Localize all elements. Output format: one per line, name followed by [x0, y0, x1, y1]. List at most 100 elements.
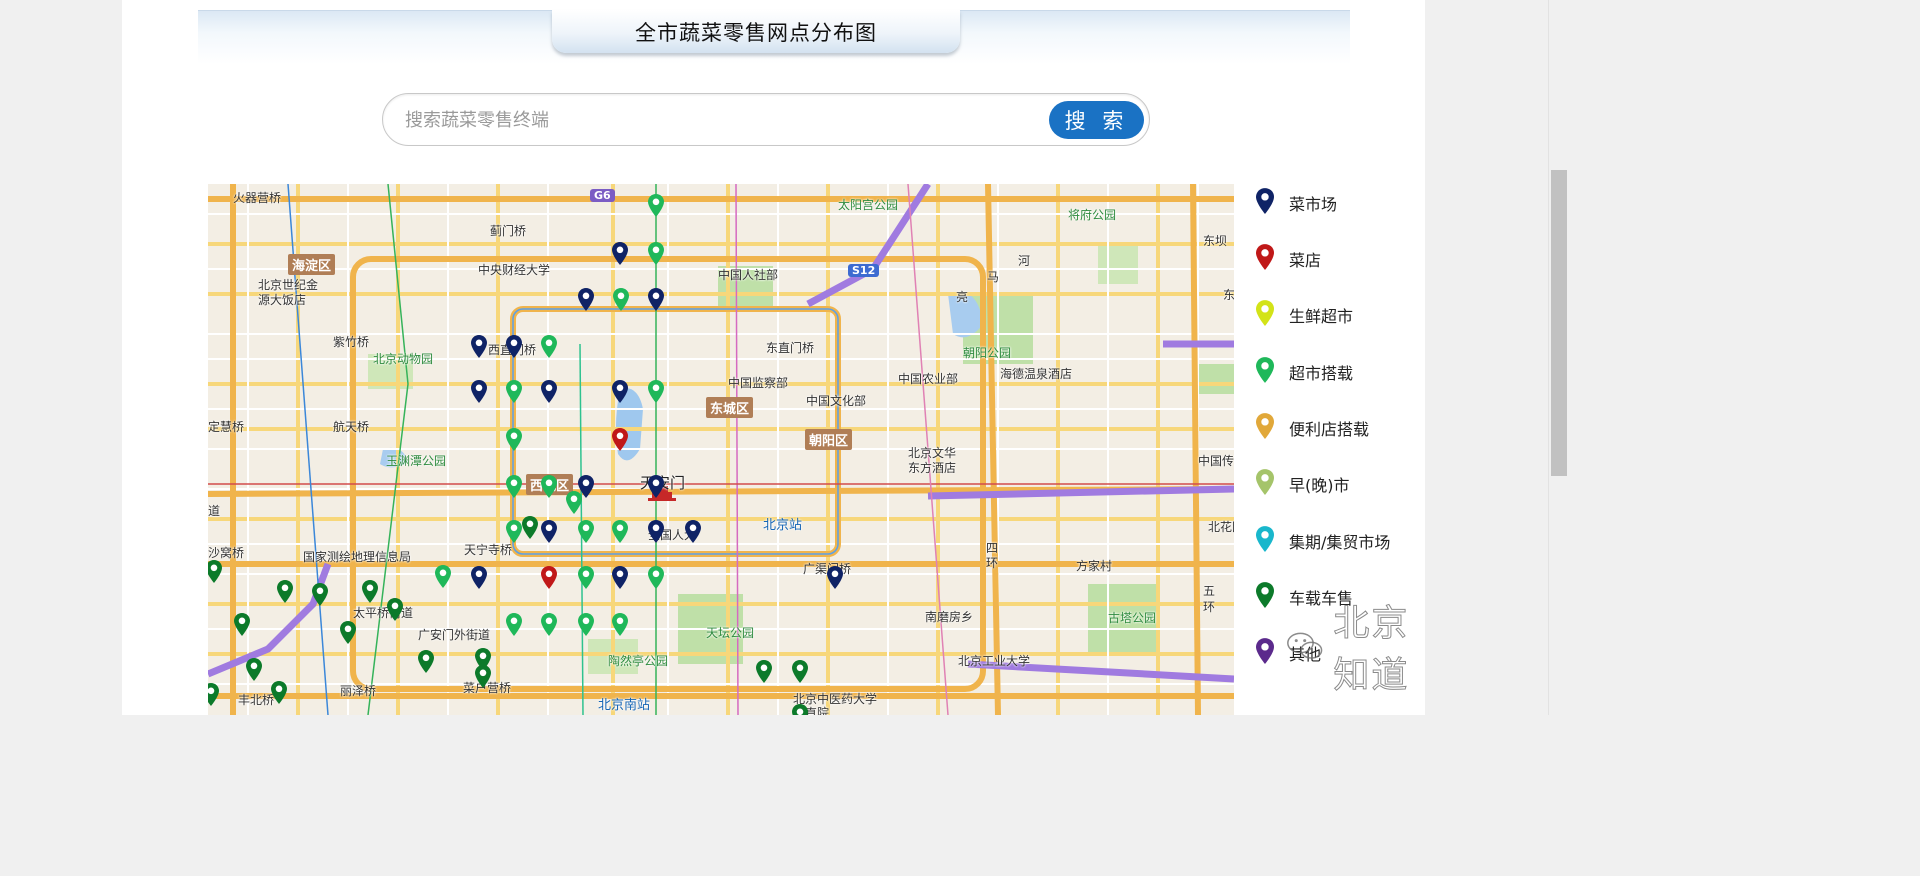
map-place-label: 国家测绘地理信息局	[303, 550, 412, 564]
map-marker-pin[interactable]	[312, 583, 328, 606]
map-marker-pin[interactable]	[756, 660, 772, 683]
map-marker-pin[interactable]	[612, 242, 628, 265]
legend-item[interactable]: 超市搭载	[1256, 357, 1416, 387]
scrollbar-thumb[interactable]	[1551, 170, 1567, 476]
legend-item[interactable]: 菜店	[1256, 244, 1416, 274]
map-marker-pin[interactable]	[648, 380, 664, 403]
map-place-label: 天坛公园	[706, 626, 755, 640]
map-place-label: 方家村	[1076, 559, 1113, 573]
map-marker-pin[interactable]	[648, 520, 664, 543]
legend-item[interactable]: 生鲜超市	[1256, 300, 1416, 330]
scrollbar[interactable]	[1548, 0, 1569, 715]
map-place-label: 将府公园	[1068, 208, 1117, 222]
map-place-label: 玉渊潭公园	[386, 454, 447, 468]
map-marker-pin[interactable]	[435, 565, 451, 588]
map-marker-pin[interactable]	[246, 658, 262, 681]
map-place-label: 紫竹桥	[333, 335, 370, 349]
map-marker-pin[interactable]	[612, 428, 628, 451]
map-marker-pin[interactable]	[578, 520, 594, 543]
map-view[interactable]: 火器营桥 蓟门桥 中央财经大学 太阳宫公园 将府公园 海淀区 北京世纪金 源大饭店 中国人社部紫…	[208, 184, 1234, 715]
map-place-label: 亮	[956, 290, 969, 304]
map-marker-pin[interactable]	[541, 380, 557, 403]
legend-label: 超市搭载	[1289, 364, 1354, 383]
wechat-watermark: 北京知道	[1286, 603, 1425, 697]
legend-item[interactable]: 集期/集贸市场	[1256, 526, 1416, 556]
map-marker-pin[interactable]	[506, 475, 522, 498]
map-marker-pin[interactable]	[271, 681, 287, 704]
map-place-label: 太阳宫公园	[838, 198, 899, 212]
map-marker-pin[interactable]	[541, 613, 557, 636]
legend-label: 生鲜超市	[1289, 307, 1354, 326]
map-place-label: 太平桥街道	[353, 606, 414, 620]
map-marker-pin[interactable]	[522, 516, 538, 539]
map-place-label: 中国监察部	[728, 376, 789, 390]
search-box: 搜 索	[382, 93, 1150, 146]
page-title: 全市蔬菜零售网点分布图	[552, 10, 960, 53]
legend-item[interactable]: 菜市场	[1256, 188, 1416, 218]
map-place-label: 航天桥	[333, 420, 370, 434]
map-marker-pin[interactable]	[578, 566, 594, 589]
map-place-label: 朝阳公园	[963, 346, 1012, 360]
map-marker-pin[interactable]	[506, 613, 522, 636]
map-marker-pin[interactable]	[541, 475, 557, 498]
map-marker-pin[interactable]	[792, 704, 808, 715]
map-marker-pin[interactable]	[506, 520, 522, 543]
title-banner: 全市蔬菜零售网点分布图	[198, 10, 1350, 64]
map-marker-pin[interactable]	[506, 335, 522, 358]
map-marker-pin[interactable]	[648, 566, 664, 589]
map-place-label: 北京动物园	[373, 352, 434, 366]
map-marker-pin[interactable]	[612, 566, 628, 589]
map-marker-pin[interactable]	[612, 613, 628, 636]
map-marker-pin[interactable]	[541, 335, 557, 358]
map-place-label: 天宁寺桥	[464, 543, 513, 557]
map-marker-pin[interactable]	[208, 683, 219, 706]
map-place-label: 丰北桥	[238, 693, 275, 707]
map-place-label: 海德温泉酒店	[1000, 367, 1073, 381]
map-marker-pin[interactable]	[506, 380, 522, 403]
map-pin-icon	[1256, 638, 1289, 668]
search-button[interactable]: 搜 索	[1049, 101, 1144, 139]
map-marker-pin[interactable]	[685, 520, 701, 543]
legend-label: 菜店	[1289, 251, 1322, 270]
map-marker-pin[interactable]	[578, 613, 594, 636]
map-marker-pin[interactable]	[387, 598, 403, 621]
map-marker-pin[interactable]	[648, 194, 664, 217]
map-marker-pin[interactable]	[471, 335, 487, 358]
map-marker-pin[interactable]	[578, 288, 594, 311]
map-marker-pin[interactable]	[541, 566, 557, 589]
map-marker-pin[interactable]	[234, 613, 250, 636]
map-marker-pin[interactable]	[277, 580, 293, 603]
map-place-label: 古塔公园	[1108, 611, 1157, 625]
map-place-label: 北京南站	[598, 698, 651, 713]
map-marker-pin[interactable]	[612, 520, 628, 543]
map-marker-pin[interactable]	[612, 380, 628, 403]
map-marker-pin[interactable]	[792, 660, 808, 683]
search-input[interactable]	[403, 102, 1037, 138]
map-place-label: 陶然亭公园	[608, 654, 669, 668]
map-marker-pin[interactable]	[613, 288, 629, 311]
map-marker-pin[interactable]	[541, 520, 557, 543]
map-place-label: 蓟门桥	[490, 224, 527, 238]
map-marker-pin[interactable]	[648, 288, 664, 311]
map-pin-icon	[1256, 582, 1289, 612]
map-marker-pin[interactable]	[471, 566, 487, 589]
map-place-label: 中国传	[1198, 454, 1234, 468]
map-marker-pin[interactable]	[471, 380, 487, 403]
map-marker-pin[interactable]	[648, 475, 664, 498]
map-marker-pin[interactable]	[648, 242, 664, 265]
map-marker-pin[interactable]	[340, 621, 356, 644]
map-marker-pin[interactable]	[566, 491, 582, 514]
legend-item[interactable]: 早(晚)市	[1256, 469, 1416, 499]
map-marker-pin[interactable]	[827, 566, 843, 589]
map-place-label: 马	[987, 270, 1000, 284]
map-pin-icon	[1256, 300, 1289, 330]
legend-item[interactable]: 便利店搭载	[1256, 413, 1416, 443]
legend-label: 便利店搭载	[1289, 420, 1370, 439]
map-marker-pin[interactable]	[506, 428, 522, 451]
map-marker-pin[interactable]	[208, 560, 222, 583]
map-pin-icon	[1256, 188, 1289, 218]
map-marker-pin[interactable]	[475, 665, 491, 688]
map-marker-pin[interactable]	[362, 580, 378, 603]
map-marker-pin[interactable]	[418, 650, 434, 673]
map-pin-icon	[1256, 526, 1289, 556]
